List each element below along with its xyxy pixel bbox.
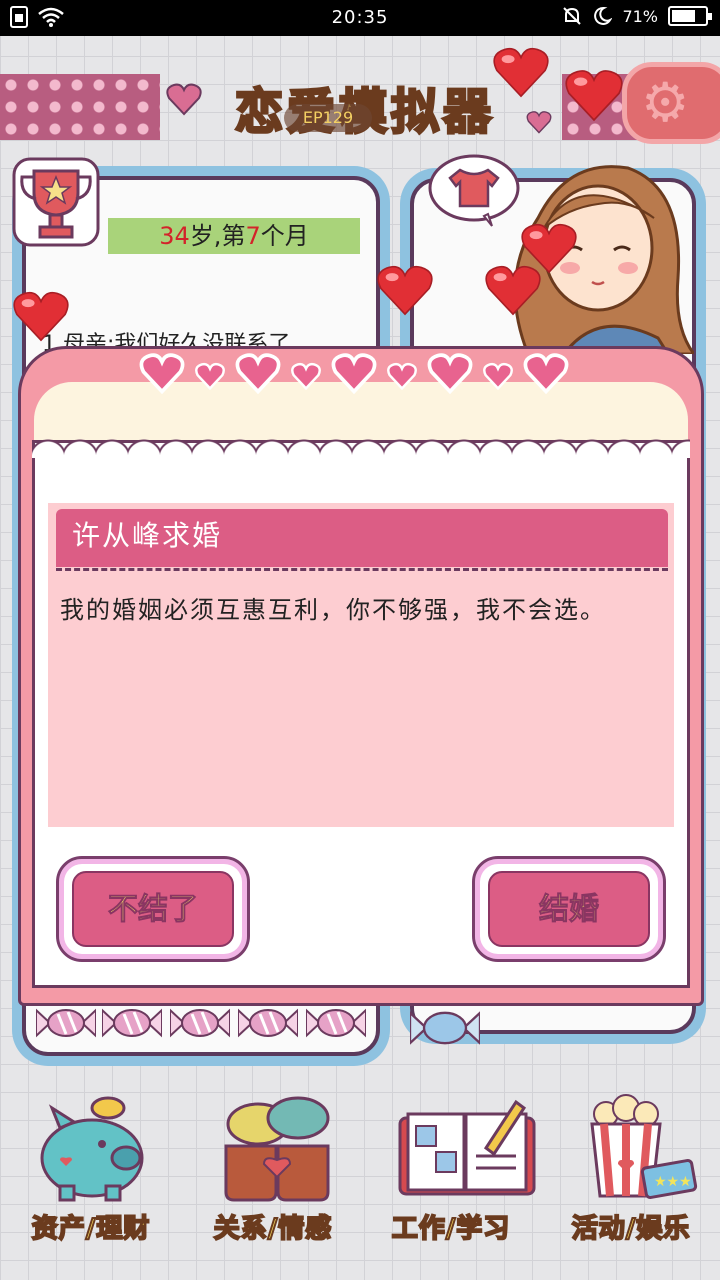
month-suffix: 个月 xyxy=(260,222,309,250)
heart-icon xyxy=(195,362,225,390)
battery-icon xyxy=(668,6,712,26)
heart-icon xyxy=(377,265,433,316)
nav-assets-label: 资产/理财 xyxy=(31,1213,151,1245)
heart-icon xyxy=(526,111,552,134)
nav-relationships[interactable]: 关系/情感 xyxy=(188,1094,358,1254)
heart-icon xyxy=(427,353,473,394)
episode-label: EP129 xyxy=(284,104,372,132)
dialog-title: 许从峰求婚 xyxy=(56,509,668,567)
character-portrait xyxy=(513,165,694,354)
heart-icon xyxy=(493,47,549,98)
mute-icon xyxy=(563,7,582,25)
age-indicator: 34岁,第7个月 xyxy=(108,218,360,254)
month-number: 7 xyxy=(245,222,261,250)
settings-button[interactable]: ⚙ xyxy=(622,62,720,144)
candy-icon xyxy=(36,1008,96,1038)
heart-icon xyxy=(291,362,321,390)
heart-icon xyxy=(139,353,185,394)
accept-button-label: 结婚 xyxy=(488,871,650,947)
candy-icon xyxy=(170,1008,230,1038)
nav-work[interactable]: 工作/学习 xyxy=(366,1094,536,1254)
popcorn-tickets-icon: ★★★ xyxy=(590,1094,698,1199)
candy-icon xyxy=(238,1008,298,1038)
heart-icon xyxy=(523,353,569,394)
candy-icon xyxy=(102,1008,162,1038)
status-bar: 20:35 71% xyxy=(0,0,720,36)
heart-icon xyxy=(13,291,69,342)
title-divider xyxy=(56,568,668,571)
open-book-icon xyxy=(398,1099,536,1196)
heart-icon xyxy=(166,83,202,116)
nav-work-label: 工作/学习 xyxy=(391,1213,511,1245)
piggy-bank-icon xyxy=(40,1096,144,1202)
nav-activities[interactable]: ★★★ 活动/娱乐 xyxy=(546,1094,716,1254)
accept-button[interactable]: 结婚 xyxy=(472,856,666,962)
coffee-cups-icon xyxy=(224,1096,330,1202)
dialog-heart-row xyxy=(138,352,578,396)
reject-button[interactable]: 不结了 xyxy=(56,856,250,962)
candy-icon xyxy=(410,1011,480,1045)
heart-icon xyxy=(331,353,377,394)
nav-assets[interactable]: 资产/理财 xyxy=(6,1094,176,1254)
svg-text:★★★: ★★★ xyxy=(654,1174,692,1190)
nav-relationships-label: 关系/情感 xyxy=(213,1213,333,1245)
reject-button-label: 不结了 xyxy=(72,871,234,947)
gear-icon: ⚙ xyxy=(641,71,690,134)
trophy-icon[interactable] xyxy=(8,155,104,251)
candy-icon xyxy=(306,1008,366,1038)
moon-icon xyxy=(594,6,613,25)
dialog-message: 我的婚姻必须互惠互利，你不够强，我不会选。 xyxy=(60,596,606,624)
heart-icon xyxy=(387,362,417,390)
washi-tape-left xyxy=(0,74,160,140)
heart-icon xyxy=(565,70,623,122)
age-mid: 岁,第 xyxy=(189,222,246,250)
heart-icon xyxy=(235,353,281,394)
battery-percent: 71% xyxy=(622,6,658,26)
heart-icon xyxy=(485,265,541,316)
heart-icon xyxy=(483,362,513,390)
scallop-border xyxy=(32,426,690,458)
nav-activities-label: 活动/娱乐 xyxy=(571,1213,691,1245)
age-number: 34 xyxy=(159,222,190,250)
